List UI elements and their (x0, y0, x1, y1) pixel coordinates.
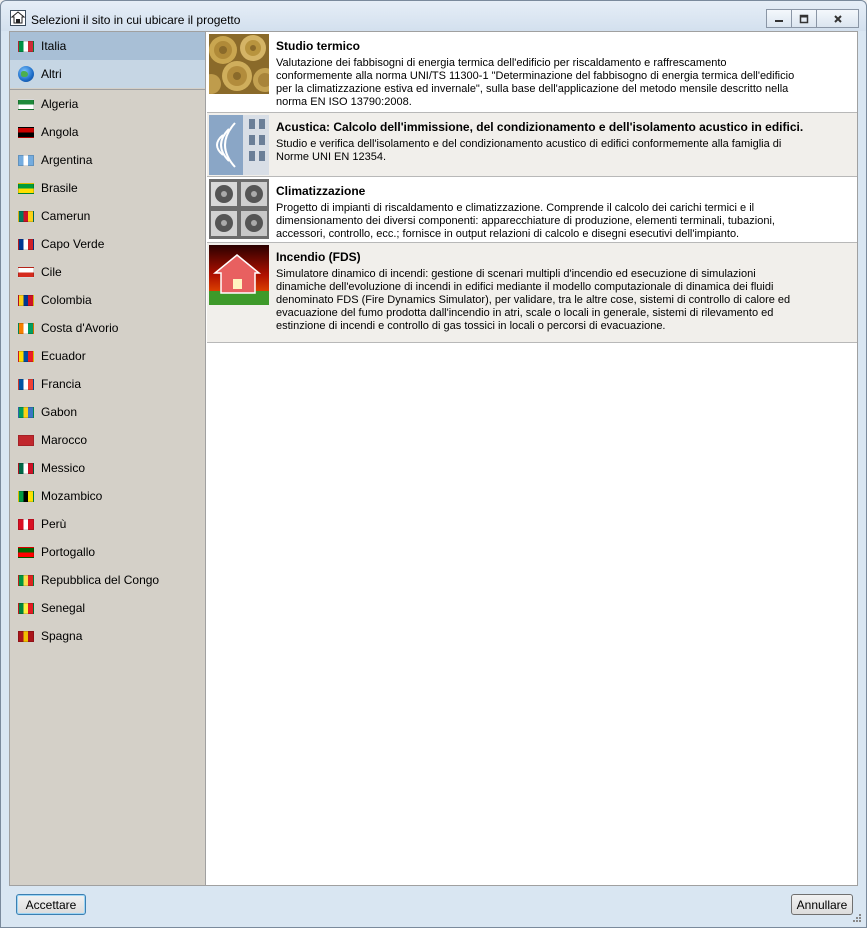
flag-marocco-icon (18, 434, 34, 446)
sidebar-item-label: Mozambico (41, 489, 103, 503)
flag-brasile-icon (18, 182, 34, 194)
flag-senegal-icon (18, 602, 34, 614)
globe-icon (18, 66, 34, 82)
minimize-button[interactable] (766, 9, 792, 28)
sidebar-item-label: Angola (41, 125, 79, 139)
flag-angola-icon (18, 126, 34, 138)
module-title: Acustica: Calcolo dell'immissione, del c… (276, 120, 804, 134)
sidebar-item-label: Senegal (41, 601, 86, 615)
sidebar-item-capo-verde[interactable]: Capo Verde (10, 230, 205, 258)
sidebar-item-senegal[interactable]: Senegal (10, 594, 205, 622)
flag-ecuador-icon (18, 350, 34, 362)
sidebar-item-camerun[interactable]: Camerun (10, 202, 205, 230)
title-bar[interactable]: Selezioni il sito in cui ubicare il prog… (1, 1, 866, 31)
module-card-climatizzazione[interactable]: Climatizzazione Progetto di impianti di … (207, 177, 857, 243)
flag-francia-icon (18, 378, 34, 390)
flag-camerun-icon (18, 210, 34, 222)
flag-repubblica-del-congo-icon (18, 574, 34, 586)
sidebar-item-algeria[interactable]: Algeria (10, 90, 205, 118)
module-title: Incendio (FDS) (276, 250, 361, 264)
sidebar-item-label: Perù (41, 517, 67, 531)
flag-mozambico-icon (18, 490, 34, 502)
sidebar-item-ecuador[interactable]: Ecuador (10, 342, 205, 370)
sidebar-item-label: Italia (41, 39, 67, 53)
sidebar-item-label: Cile (41, 265, 62, 279)
sidebar-item-costa-d-avorio[interactable]: Costa d'Avorio (10, 314, 205, 342)
module-description: Valutazione dei fabbisogni di energia te… (276, 57, 795, 108)
module-card-studio-termico[interactable]: Studio termico Valutazione dei fabbisogn… (207, 32, 857, 113)
sidebar-item-portogallo[interactable]: Portogallo (10, 538, 205, 566)
module-description: Studio e verifica dell'isolamento e del … (276, 138, 782, 163)
sidebar-item-brasile[interactable]: Brasile (10, 174, 205, 202)
flag-cile-icon (18, 266, 34, 278)
sidebar-item-messico[interactable]: Messico (10, 454, 205, 482)
sidebar-item-label: Algeria (41, 97, 79, 111)
sidebar-item-altri[interactable]: Altri (10, 60, 205, 88)
module-title: Studio termico (276, 39, 361, 53)
sidebar-item-label: Costa d'Avorio (41, 321, 119, 335)
sidebar-item-label: Camerun (41, 209, 91, 223)
sidebar-item-gabon[interactable]: Gabon (10, 398, 205, 426)
module-card-acustica[interactable]: Acustica: Calcolo dell'immissione, del c… (207, 113, 857, 177)
sidebar-item-label: Capo Verde (41, 237, 105, 251)
flag-capo-verde-icon (18, 238, 34, 250)
flag-colombia-icon (18, 294, 34, 306)
flag-portogallo-icon (18, 546, 34, 558)
sound-waves-image (209, 115, 269, 175)
sidebar-item-label: Argentina (41, 153, 93, 167)
sidebar-item-per[interactable]: Perù (10, 510, 205, 538)
sidebar-item-label: Marocco (41, 433, 88, 447)
cancel-button[interactable]: Annullare (791, 894, 853, 915)
close-button[interactable] (816, 9, 859, 28)
sidebar-item-label: Altri (41, 67, 62, 81)
window-controls (766, 9, 859, 28)
flag-messico-icon (18, 462, 34, 474)
close-icon (833, 14, 842, 23)
country-sidebar: Italia Altri Algeria Angola Argentina Brasi… (10, 32, 206, 885)
sidebar-item-italia[interactable]: Italia (10, 32, 205, 60)
sidebar-item-repubblica-del-congo[interactable]: Repubblica del Congo (10, 566, 205, 594)
accept-button[interactable]: Accettare (16, 894, 86, 915)
air-conditioners-image (209, 179, 269, 239)
sidebar-item-mozambico[interactable]: Mozambico (10, 482, 205, 510)
sidebar-item-angola[interactable]: Angola (10, 118, 205, 146)
sidebar-item-label: Gabon (41, 405, 78, 419)
module-description: Progetto di impianti di riscaldamento e … (276, 202, 775, 240)
minimize-icon (775, 19, 783, 22)
resize-grip-icon[interactable] (852, 913, 862, 923)
sidebar-item-label: Ecuador (41, 349, 86, 363)
sidebar-item-marocco[interactable]: Marocco (10, 426, 205, 454)
maximize-button[interactable] (791, 9, 817, 28)
sidebar-item-spagna[interactable]: Spagna (10, 622, 205, 650)
sidebar-item-label: Colombia (41, 293, 92, 307)
dialog-content: Italia Altri Algeria Angola Argentina Brasi… (9, 31, 858, 886)
sidebar-item-label: Brasile (41, 181, 78, 195)
sidebar-item-label: Francia (41, 377, 82, 391)
flag-per-icon (18, 518, 34, 530)
module-card-incendio[interactable]: Incendio (FDS) Simulatore dinamico di in… (207, 243, 857, 343)
sidebar-item-label: Spagna (41, 629, 83, 643)
sidebar-item-label: Portogallo (41, 545, 96, 559)
dialog-window: Selezioni il sito in cui ubicare il prog… (0, 0, 867, 928)
sidebar-item-francia[interactable]: Francia (10, 370, 205, 398)
window-title: Selezioni il sito in cui ubicare il prog… (31, 13, 241, 27)
flag-costa-d-avorio-icon (18, 322, 34, 334)
hay-bales-image (209, 34, 269, 94)
flag-gabon-icon (18, 406, 34, 418)
house-logo-icon (10, 10, 26, 26)
module-title: Climatizzazione (276, 184, 366, 198)
burning-house-image (209, 245, 269, 305)
flag-algeria-icon (18, 98, 34, 110)
module-description: Simulatore dinamico di incendi: gestione… (276, 268, 791, 332)
sidebar-item-label: Repubblica del Congo (41, 573, 160, 587)
sidebar-item-argentina[interactable]: Argentina (10, 146, 205, 174)
sidebar-item-colombia[interactable]: Colombia (10, 286, 205, 314)
flag-argentina-icon (18, 154, 34, 166)
module-list: Studio termico Valutazione dei fabbisogn… (207, 32, 857, 885)
flag-spagna-icon (18, 630, 34, 642)
sidebar-item-cile[interactable]: Cile (10, 258, 205, 286)
flag-italia-icon (18, 40, 34, 52)
sidebar-item-label: Messico (41, 461, 86, 475)
maximize-icon (799, 14, 809, 23)
